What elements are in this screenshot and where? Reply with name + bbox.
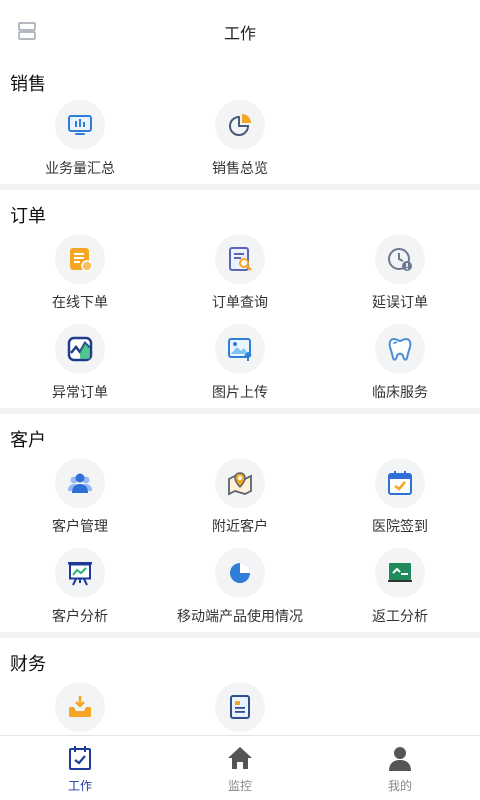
- tile-rework-analysis[interactable]: 返工分析: [320, 548, 480, 638]
- presentation-icon: [55, 548, 105, 598]
- image-upload-icon: [215, 324, 265, 374]
- work-content: 销售 业务量汇总 销售总览 订单 在线下单 订单查询 延误订单 异常订单 图片上…: [0, 62, 480, 736]
- order-form-icon: [55, 234, 105, 284]
- board-chart-icon: [375, 548, 425, 598]
- monitor-chart-icon: [55, 100, 105, 150]
- tooth-icon: [375, 324, 425, 374]
- clock-alert-icon: [375, 234, 425, 284]
- section-title-sales: 销售: [10, 74, 46, 95]
- tile-label: 在线下单: [52, 295, 108, 311]
- tile-finance-receipt[interactable]: [0, 682, 160, 736]
- calendar-check-icon: [375, 458, 425, 508]
- section-divider: [0, 408, 480, 414]
- section-title-customers: 客户: [10, 430, 46, 451]
- section-divider: [0, 184, 480, 190]
- page-title: 工作: [223, 24, 256, 43]
- tile-finance-invoice[interactable]: [160, 682, 320, 736]
- section-title-finance: 财务: [10, 654, 46, 675]
- section-title-orders: 订单: [10, 206, 46, 227]
- tile-label: 客户分析: [52, 609, 108, 625]
- tile-order-query[interactable]: 订单查询: [160, 234, 320, 324]
- tab-label: 我的: [387, 779, 412, 793]
- tab-work[interactable]: 工作: [0, 736, 160, 800]
- home-icon: [228, 747, 252, 769]
- tile-label: 销售总览: [212, 161, 268, 177]
- pie-stat-icon: [215, 548, 265, 598]
- users-icon: [55, 458, 105, 508]
- tile-label: 临床服务: [372, 385, 428, 401]
- tile-customer-management[interactable]: 客户管理: [0, 458, 160, 548]
- tile-label: 客户管理: [52, 519, 108, 535]
- tile-label: 业务量汇总: [45, 161, 115, 177]
- tile-nearby-customers[interactable]: 附近客户: [160, 458, 320, 548]
- section-divider: [0, 632, 480, 638]
- person-icon: [389, 747, 411, 771]
- tab-mine[interactable]: 我的: [320, 736, 480, 800]
- tab-monitor[interactable]: 监控: [160, 736, 320, 800]
- inbox-download-icon: [55, 682, 105, 732]
- tile-label: 延误订单: [372, 295, 428, 311]
- tile-label: 订单查询: [212, 295, 268, 311]
- calendar-check-icon: [69, 746, 91, 770]
- tab-label: 工作: [67, 779, 92, 793]
- tab-label: 监控: [227, 779, 252, 793]
- tile-clinical-service[interactable]: 临床服务: [320, 324, 480, 414]
- invoice-icon: [215, 682, 265, 732]
- map-pin-icon: [215, 458, 265, 508]
- pie-chart-icon: [215, 100, 265, 150]
- order-search-icon: [215, 234, 265, 284]
- tile-label: 移动端产品使用情况: [177, 609, 303, 625]
- tile-image-upload[interactable]: 图片上传: [160, 324, 320, 414]
- tile-mobile-usage[interactable]: 移动端产品使用情况: [160, 548, 320, 638]
- tile-business-volume[interactable]: 业务量汇总: [0, 100, 160, 190]
- tile-sales-overview[interactable]: 销售总览: [160, 100, 320, 190]
- tile-abnormal-order[interactable]: 异常订单: [0, 324, 160, 414]
- top-bar: 工作: [0, 0, 480, 62]
- tile-customer-analysis[interactable]: 客户分析: [0, 548, 160, 638]
- tile-online-order[interactable]: 在线下单: [0, 234, 160, 324]
- bottom-tab-bar: 工作 监控 我的: [0, 735, 480, 800]
- anomaly-chart-icon: [55, 324, 105, 374]
- tile-delayed-order[interactable]: 延误订单: [320, 234, 480, 324]
- tile-label: 返工分析: [372, 609, 428, 625]
- tile-label: 医院签到: [372, 519, 428, 535]
- tile-label: 图片上传: [212, 385, 268, 401]
- tile-label: 异常订单: [52, 385, 108, 401]
- tile-hospital-checkin[interactable]: 医院签到: [320, 458, 480, 548]
- tile-label: 附近客户: [212, 519, 268, 535]
